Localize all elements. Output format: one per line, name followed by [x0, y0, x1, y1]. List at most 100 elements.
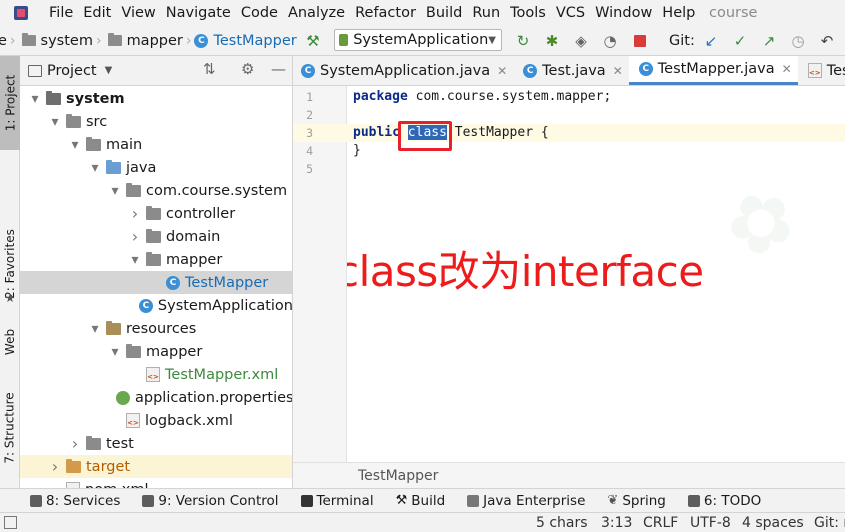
- editor-tab-label: TestMapper.java: [657, 61, 775, 77]
- chevron-down-icon[interactable]: ▾: [30, 91, 40, 107]
- code-editor[interactable]: ✿ package com.course.system.mapper; publ…: [347, 86, 845, 462]
- line-number: 2: [306, 108, 313, 122]
- editor-breadcrumb[interactable]: TestMapper: [293, 462, 845, 488]
- close-icon[interactable]: ✕: [613, 64, 623, 78]
- chevron-right-icon[interactable]: ›: [130, 227, 140, 246]
- close-icon[interactable]: ✕: [497, 64, 507, 78]
- chevron-down-icon[interactable]: ▾: [70, 137, 80, 153]
- tool-tab-web[interactable]: Web: [0, 322, 20, 362]
- run-configuration-label: SystemApplication: [353, 32, 489, 48]
- tree-item-system[interactable]: ▾ system: [20, 87, 292, 110]
- tool-window-todo[interactable]: 6: TODO: [687, 493, 761, 509]
- status-line-separator[interactable]: CRLF: [643, 513, 678, 532]
- tool-tab-structure[interactable]: 7: Structure: [0, 386, 20, 470]
- tool-window-build[interactable]: ⚒ Build: [396, 493, 446, 509]
- editor-tab-test[interactable]: C Test.java ✕: [513, 56, 629, 85]
- chevron-down-icon[interactable]: ▾: [110, 344, 120, 360]
- breadcrumb-root-label: e: [0, 32, 7, 49]
- git-push-icon[interactable]: ↗: [758, 30, 780, 52]
- chevron-down-icon[interactable]: ▾: [130, 252, 140, 268]
- chevron-right-icon[interactable]: ›: [130, 204, 140, 223]
- editor-tab-systemapplication[interactable]: C SystemApplication.java ✕: [293, 56, 513, 85]
- close-icon[interactable]: ✕: [782, 62, 792, 76]
- menu-run[interactable]: Run: [467, 0, 505, 26]
- tree-item-application-properties[interactable]: application.properties: [20, 386, 292, 409]
- rerun-icon[interactable]: ↻: [512, 30, 534, 52]
- xml-file-icon: <>: [126, 413, 140, 428]
- tree-item-test[interactable]: › test: [20, 432, 292, 455]
- chevron-down-icon[interactable]: ▼: [105, 65, 113, 76]
- status-indent[interactable]: 4 spaces: [742, 513, 804, 532]
- toggle-tool-windows-icon[interactable]: [4, 516, 17, 529]
- java-enterprise-icon: [467, 494, 480, 507]
- chevron-right-icon[interactable]: ›: [70, 434, 80, 453]
- tree-item-mapper[interactable]: ▾ mapper: [20, 248, 292, 271]
- chevron-down-icon[interactable]: ▾: [110, 183, 120, 199]
- editor-tab-testmapper-xml[interactable]: <> TestMapper.xml: [798, 56, 845, 85]
- status-encoding[interactable]: UTF-8: [690, 513, 731, 532]
- git-commit-icon[interactable]: ✓: [729, 30, 751, 52]
- tool-window-java-enterprise[interactable]: Java Enterprise: [467, 493, 585, 509]
- red-highlight-box: [398, 121, 452, 151]
- menu-analyze[interactable]: Analyze: [283, 0, 350, 26]
- tool-window-services[interactable]: 8: Services: [30, 493, 120, 509]
- tree-item-testmapper[interactable]: C TestMapper: [20, 271, 292, 294]
- tree-item-target[interactable]: › target: [20, 455, 292, 478]
- coverage-icon[interactable]: ◈: [570, 30, 592, 52]
- menu-refactor[interactable]: Refactor: [350, 0, 421, 26]
- status-git-branch[interactable]: Git: r: [814, 513, 845, 532]
- breadcrumb-system[interactable]: system ›: [19, 33, 105, 49]
- breadcrumb-testmapper[interactable]: C TestMapper: [194, 33, 297, 49]
- chevron-down-icon[interactable]: ▾: [90, 160, 100, 176]
- chevron-right-icon[interactable]: ›: [50, 457, 60, 476]
- project-panel-title[interactable]: Project: [47, 63, 97, 79]
- tree-item-resources[interactable]: ▾ resources: [20, 317, 292, 340]
- git-update-icon[interactable]: ↙: [700, 30, 722, 52]
- run-configuration-dropdown[interactable]: SystemApplication ▼: [334, 29, 502, 51]
- chevron-down-icon[interactable]: ▾: [50, 114, 60, 130]
- menu-file[interactable]: File: [44, 0, 78, 26]
- menu-window[interactable]: Window: [590, 0, 657, 26]
- tool-window-terminal[interactable]: Terminal: [300, 493, 374, 509]
- menu-vcs[interactable]: VCS: [551, 0, 590, 26]
- tree-item-pom-xml[interactable]: mpom.xml: [20, 478, 292, 488]
- tool-window-version-control[interactable]: 9: Version Control: [142, 493, 279, 509]
- rollback-icon[interactable]: ↶: [816, 30, 838, 52]
- menu-tools[interactable]: Tools: [505, 0, 551, 26]
- editor-tab-testmapper[interactable]: C TestMapper.java ✕: [628, 56, 798, 85]
- tree-item-com-course-system[interactable]: ▾ com.course.system: [20, 179, 292, 202]
- stop-icon[interactable]: [629, 30, 651, 52]
- menu-navigate[interactable]: Navigate: [161, 0, 236, 26]
- menu-edit[interactable]: Edit: [78, 0, 116, 26]
- tree-item-testmapper-xml[interactable]: <> TestMapper.xml: [20, 363, 292, 386]
- tree-item-main[interactable]: ▾ main: [20, 133, 292, 156]
- menu-build[interactable]: Build: [421, 0, 467, 26]
- tool-window-spring[interactable]: ❦ Spring: [607, 493, 665, 509]
- history-icon[interactable]: ◷: [787, 30, 809, 52]
- menu-view[interactable]: View: [116, 0, 160, 26]
- tree-item-mapper[interactable]: ▾ mapper: [20, 340, 292, 363]
- tool-tab-structure-label: 7: Structure: [3, 392, 18, 464]
- tree-item-logback-xml[interactable]: <> logback.xml: [20, 409, 292, 432]
- code-line-4: }: [353, 143, 361, 158]
- tree-item-controller[interactable]: › controller: [20, 202, 292, 225]
- breadcrumb-mapper[interactable]: mapper ›: [105, 33, 195, 49]
- tree-item-java[interactable]: ▾ java: [20, 156, 292, 179]
- tree-item-src[interactable]: ▾ src: [20, 110, 292, 133]
- menu-code[interactable]: Code: [236, 0, 283, 26]
- hammer-build-icon[interactable]: ⚒: [302, 30, 324, 52]
- chevron-down-icon[interactable]: ▾: [90, 321, 100, 337]
- tree-item-domain[interactable]: › domain: [20, 225, 292, 248]
- services-icon: [30, 494, 42, 507]
- chevron-right-icon: ›: [95, 32, 102, 49]
- menu-help[interactable]: Help: [657, 0, 700, 26]
- tool-tab-project[interactable]: 1: Project: [0, 56, 20, 150]
- hide-panel-icon[interactable]: —: [271, 60, 286, 78]
- profile-icon[interactable]: ◔: [599, 30, 621, 52]
- gear-icon[interactable]: ⚙: [241, 60, 254, 78]
- collapse-all-icon[interactable]: ⇅: [203, 60, 216, 78]
- breadcrumb-root[interactable]: e ›: [0, 33, 19, 49]
- tree-item-systemapplication[interactable]: C SystemApplication: [20, 294, 292, 317]
- debug-icon[interactable]: ✱: [541, 30, 563, 52]
- status-caret-position[interactable]: 3:13: [601, 513, 632, 532]
